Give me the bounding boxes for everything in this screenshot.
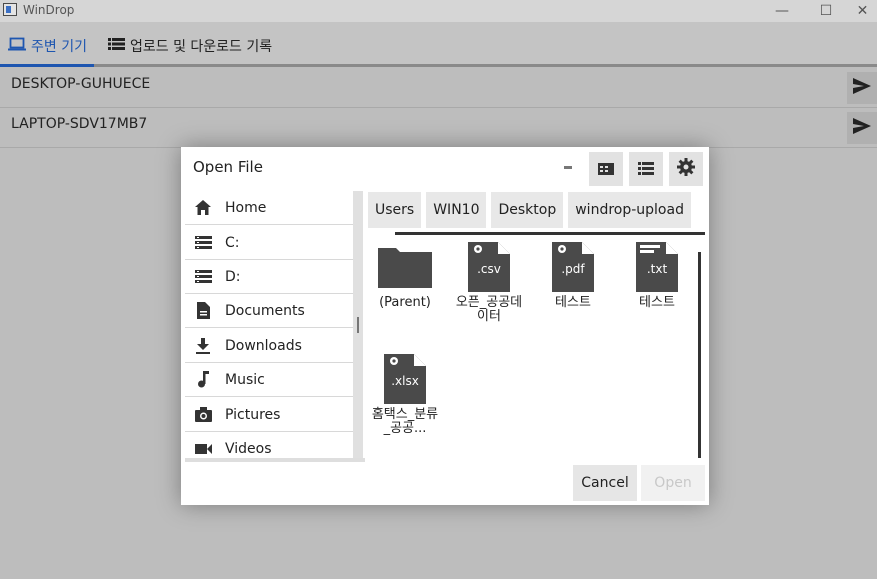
breadcrumb-item[interactable]: Desktop [491,192,564,228]
file-item[interactable]: .xlsx 홈택스_분류_공공... [370,354,440,436]
file-grid-scrollbar[interactable] [698,252,701,458]
video-icon [194,443,212,455]
laptop-icon [8,37,26,55]
sidebar-item-music[interactable]: Music [185,363,355,397]
gear-icon [677,158,695,180]
sidebar-item-label: Documents [225,302,305,319]
sidebar-item-label: Downloads [225,337,302,354]
breadcrumb-item[interactable]: Users [368,192,422,228]
file-label: 테스트 [555,295,591,310]
file-label: 테스트 [639,295,675,310]
sidebar-item-videos[interactable]: Videos [185,432,355,459]
maximize-button[interactable]: ☐ [804,0,848,22]
icon-view-button[interactable] [589,152,623,186]
music-icon [194,371,212,388]
sidebar-item-label: Home [225,199,267,216]
sidebar-item-pictures[interactable]: Pictures [185,398,355,432]
tab-nearby-devices[interactable]: 주변 기기 [8,36,87,56]
pdf-file-icon: .pdf [552,242,594,292]
sidebar-splitter[interactable] [353,191,363,459]
cancel-button[interactable]: Cancel [573,465,637,501]
sidebar-item-label: D: [225,268,241,285]
file-extension: .pdf [561,262,585,276]
sidebar-bottom-edge [185,458,365,462]
breadcrumb-scrollbar[interactable] [395,232,705,235]
camera-icon [194,407,212,422]
grid-view-icon [598,160,614,179]
device-row[interactable]: DESKTOP-GUHUECE [0,68,877,108]
send-icon [853,118,871,138]
sidebar-item-c-drive[interactable]: C: [185,226,355,260]
breadcrumb-item[interactable]: WIN10 [426,192,487,228]
sidebar-item-documents[interactable]: Documents [185,294,355,328]
sidebar-item-home[interactable]: Home [185,191,355,225]
file-item[interactable]: .csv 오픈_공공데이터 [454,242,524,324]
sidebar-item-label: Pictures [225,406,281,423]
file-extension: .xlsx [391,374,419,388]
window-title: WinDrop [23,3,75,17]
app-icon [3,3,17,16]
xlsx-file-icon: .xlsx [384,354,426,404]
file-item[interactable]: .txt 테스트 [622,242,692,310]
sidebar-item-downloads[interactable]: Downloads [185,329,355,363]
sidebar-item-label: Videos [225,440,272,457]
file-extension: .csv [477,262,501,276]
title-bar: WinDrop — ☐ ✕ [0,0,877,22]
send-button[interactable] [847,72,877,104]
close-button[interactable]: ✕ [848,0,877,22]
file-label: 오픈_공공데이터 [455,295,523,324]
tab-nearby-devices-label: 주변 기기 [31,39,87,55]
file-item[interactable]: .pdf 테스트 [538,242,608,310]
send-button[interactable] [847,112,877,144]
tab-bar: 주변 기기 업로드 및 다운로드 기록 [0,22,877,67]
csv-file-icon: .csv [468,242,510,292]
dialog-title: Open File [193,158,263,176]
drive-icon [194,236,212,249]
sidebar-item-label: C: [225,234,240,251]
file-extension: .txt [646,262,668,276]
minimize-button[interactable]: — [760,0,804,22]
places-sidebar: Home C: D: Documents Downloads Music Pic… [185,191,355,459]
sidebar-item-label: Music [225,371,265,388]
list-icon [638,160,654,179]
open-button[interactable]: Open [641,465,705,501]
device-row[interactable]: LAPTOP-SDV17MB7 [0,108,877,148]
download-icon [194,337,212,354]
home-icon [194,200,212,215]
drive-icon [194,270,212,283]
device-name: DESKTOP-GUHUECE [11,76,151,92]
open-file-dialog: Open File Home C: D: Documents Downloads… [181,147,709,505]
folder-icon [378,242,432,292]
tab-transfer-history[interactable]: 업로드 및 다운로드 기록 [108,36,272,56]
tab-transfer-history-label: 업로드 및 다운로드 기록 [130,39,273,55]
settings-button[interactable] [669,152,703,186]
file-label: (Parent) [379,295,431,310]
sidebar-item-d-drive[interactable]: D: [185,260,355,294]
device-name: LAPTOP-SDV17MB7 [11,116,148,132]
more-indicator-icon [564,166,572,169]
active-tab-indicator [0,64,94,67]
breadcrumb: Users WIN10 Desktop windrop-upload [368,192,696,234]
file-item-parent[interactable]: (Parent) [370,242,440,310]
file-label: 홈택스_분류_공공... [371,407,439,436]
document-icon [194,302,212,319]
list-icon [108,37,125,55]
file-grid: (Parent) .csv 오픈_공공데이터 .pdf 테스트 .txt 테스트 [368,242,698,457]
breadcrumb-item[interactable]: windrop-upload [568,192,691,228]
list-view-button[interactable] [629,152,663,186]
txt-file-icon: .txt [636,242,678,292]
send-icon [853,78,871,98]
